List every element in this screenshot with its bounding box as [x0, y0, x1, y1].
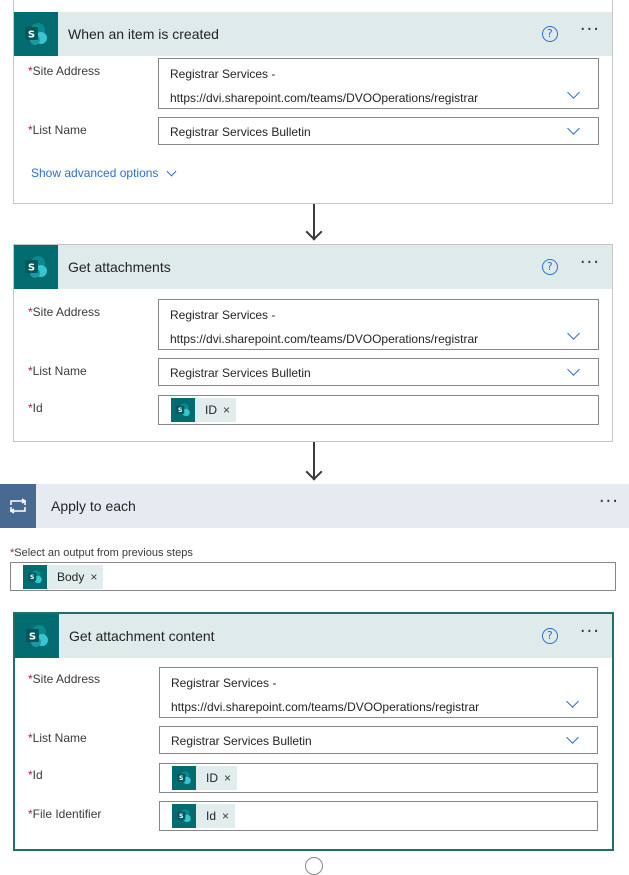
site-address-dropdown[interactable]: Registrar Services - https://dvi.sharepo…	[158, 299, 599, 350]
trigger-card-header[interactable]: S When an item is created ? ···	[14, 12, 612, 56]
svg-text:S: S	[179, 813, 183, 820]
arrow-down-icon	[305, 223, 323, 241]
get-attachment-content-header[interactable]: S Get attachment content ? ···	[15, 614, 612, 658]
site-address-dropdown[interactable]: Registrar Services - https://dvi.sharepo…	[159, 667, 598, 718]
loop-icon	[0, 484, 36, 528]
file-identifier-label: *File Identifier	[28, 807, 102, 821]
list-name-dropdown[interactable]: Registrar Services Bulletin	[158, 117, 599, 145]
loop-title: Apply to each	[51, 498, 136, 514]
add-step-connector[interactable]	[305, 857, 323, 875]
more-options-icon[interactable]: ···	[580, 21, 600, 43]
svg-text:S: S	[30, 574, 34, 581]
sharepoint-icon: S	[172, 804, 196, 828]
list-name-label: *List Name	[28, 364, 87, 378]
id-label: *Id	[28, 768, 43, 782]
svg-text:S: S	[179, 775, 183, 782]
help-icon[interactable]: ?	[541, 259, 558, 275]
list-name-value: Registrar Services Bulletin	[170, 366, 311, 380]
select-output-input[interactable]: S Body ×	[10, 562, 616, 591]
sharepoint-icon: S	[15, 614, 59, 658]
card-title: When an item is created	[68, 26, 219, 42]
token-label: ID	[205, 403, 217, 417]
get-attachments-header[interactable]: S Get attachments ? ···	[14, 245, 612, 289]
chevron-down-icon[interactable]	[566, 695, 579, 708]
trigger-card: S When an item is created ? ··· *Site Ad…	[13, 0, 613, 204]
sharepoint-icon: S	[172, 766, 196, 790]
get-attachment-content-card: S Get attachment content ? ··· *Site Add…	[13, 612, 614, 851]
list-name-label: *List Name	[28, 731, 87, 745]
svg-text:S: S	[28, 30, 35, 41]
site-address-dropdown[interactable]: Registrar Services - https://dvi.sharepo…	[158, 58, 599, 109]
chevron-down-icon[interactable]	[567, 86, 580, 99]
remove-token-icon[interactable]: ×	[222, 809, 229, 823]
chevron-down-icon[interactable]	[566, 731, 579, 744]
site-address-line1: Registrar Services -	[170, 67, 276, 81]
id-input[interactable]: S ID ×	[159, 763, 598, 793]
select-output-label: *Select an output from previous steps	[10, 547, 193, 559]
svg-text:S: S	[29, 632, 36, 643]
remove-token-icon[interactable]: ×	[223, 403, 230, 417]
show-advanced-options-link[interactable]: Show advanced options	[31, 166, 177, 180]
remove-token-icon[interactable]: ×	[224, 771, 231, 785]
apply-to-each-header[interactable]: Apply to each ···	[0, 484, 629, 528]
token-label: Body	[57, 570, 85, 584]
file-identifier-input[interactable]: S Id ×	[159, 801, 598, 831]
site-address-line2: https://dvi.sharepoint.com/teams/DVOOper…	[171, 700, 480, 714]
site-address-label: *Site Address	[28, 64, 101, 78]
chevron-down-icon[interactable]	[567, 327, 580, 340]
advanced-options-label: Show advanced options	[31, 166, 159, 180]
chevron-down-icon[interactable]	[567, 122, 580, 135]
list-name-dropdown[interactable]: Registrar Services Bulletin	[159, 726, 598, 754]
site-address-line1: Registrar Services -	[171, 676, 277, 690]
chevron-down-icon[interactable]	[567, 363, 580, 376]
get-attachments-card: S Get attachments ? ··· *Site Address Re…	[13, 244, 613, 442]
help-icon[interactable]: ?	[541, 628, 558, 644]
id-token[interactable]: S ID ×	[171, 398, 237, 422]
token-label: ID	[206, 771, 218, 785]
card-title: Get attachments	[68, 259, 171, 275]
sharepoint-icon: S	[171, 398, 195, 422]
svg-text:S: S	[28, 263, 35, 274]
remove-token-icon[interactable]: ×	[90, 570, 97, 584]
site-address-label: *Site Address	[28, 672, 101, 686]
sharepoint-icon: S	[23, 565, 47, 589]
id-token[interactable]: S ID ×	[172, 766, 238, 790]
more-options-icon[interactable]: ···	[580, 623, 600, 645]
list-name-value: Registrar Services Bulletin	[171, 734, 312, 748]
token-label: Id	[206, 809, 217, 823]
sharepoint-icon: S	[14, 12, 58, 56]
site-address-line2: https://dvi.sharepoint.com/teams/DVOOper…	[170, 332, 479, 346]
more-options-icon[interactable]: ···	[599, 493, 619, 515]
body-token[interactable]: S Body ×	[23, 565, 104, 589]
arrow-down-icon	[305, 463, 323, 481]
list-name-label: *List Name	[28, 123, 87, 137]
sharepoint-icon: S	[14, 245, 58, 289]
card-title: Get attachment content	[69, 628, 215, 644]
svg-text:S: S	[178, 407, 182, 414]
id-label: *Id	[28, 401, 43, 415]
list-name-value: Registrar Services Bulletin	[170, 125, 311, 139]
help-icon[interactable]: ?	[541, 26, 558, 42]
more-options-icon[interactable]: ···	[580, 254, 600, 276]
file-identifier-token[interactable]: S Id ×	[172, 804, 236, 828]
site-address-line1: Registrar Services -	[170, 308, 276, 322]
site-address-line2: https://dvi.sharepoint.com/teams/DVOOper…	[170, 91, 479, 105]
site-address-label: *Site Address	[28, 305, 101, 319]
id-input[interactable]: S ID ×	[158, 395, 599, 425]
chevron-down-icon	[166, 166, 177, 176]
list-name-dropdown[interactable]: Registrar Services Bulletin	[158, 358, 599, 386]
